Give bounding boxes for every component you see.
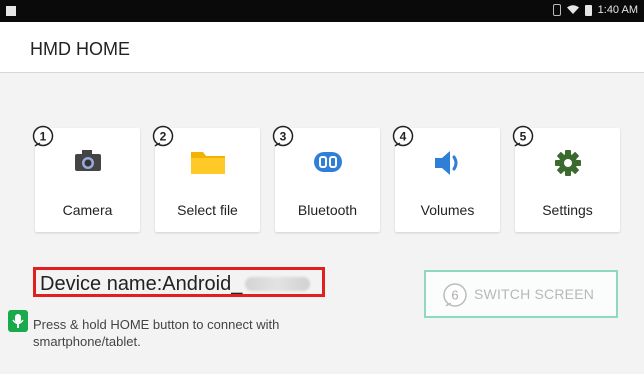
tile-label: Select file [177, 202, 238, 218]
select-file-tile[interactable]: 2 Select file [152, 125, 260, 232]
camera-icon [74, 150, 101, 171]
status-time: 1:40 AM [597, 4, 638, 16]
redacted-device-id [245, 277, 310, 291]
number-badge-1: 1 [32, 125, 54, 147]
folder-icon [190, 152, 225, 174]
vibrate-icon [552, 4, 561, 16]
number-badge-5: 5 [512, 125, 534, 147]
app-title: HMD HOME [30, 39, 130, 59]
svg-text:1: 1 [40, 130, 47, 144]
app-bar: HMD HOME [0, 22, 644, 73]
number-badge-6: 6 [443, 283, 467, 307]
bluetooth-tile[interactable]: 3 Bluetooth [272, 125, 380, 232]
microphone-icon [8, 310, 28, 332]
notification-icon [6, 6, 16, 16]
svg-text:6: 6 [451, 288, 458, 303]
number-badge-3: 3 [272, 125, 294, 147]
connect-hint: Press & hold HOME button to connect with… [33, 317, 280, 349]
switch-screen-button[interactable]: 6 SWITCH SCREEN [424, 270, 618, 318]
svg-text:2: 2 [160, 130, 167, 144]
tile-label: Settings [542, 202, 593, 218]
tile-label: Volumes [420, 202, 475, 218]
device-name-label: Device name:Android_ [40, 273, 243, 295]
number-badge-2: 2 [152, 125, 174, 147]
svg-text:4: 4 [400, 130, 407, 144]
svg-text:3: 3 [280, 130, 287, 144]
switch-screen-label: SWITCH SCREEN [474, 286, 595, 302]
tile-label: Camera [62, 202, 113, 218]
camera-tile[interactable]: 1 Camera [32, 125, 140, 232]
status-bar: 1:40 AM [0, 0, 644, 22]
svg-text:5: 5 [520, 130, 527, 144]
device-name-highlight: Device name:Android_ [33, 267, 325, 297]
number-badge-4: 4 [392, 125, 414, 147]
speaker-icon [434, 151, 457, 175]
bluetooth-icon [313, 152, 342, 172]
tile-label: Bluetooth [297, 202, 358, 218]
settings-tile[interactable]: 5 Settings [512, 125, 620, 232]
volumes-tile[interactable]: 4 Volumes [392, 125, 500, 232]
status-icons: 1:40 AM [552, 4, 638, 16]
wifi-icon [566, 5, 579, 14]
battery-icon [584, 4, 592, 16]
main-content: 1 Camera 2 Select file 3 Bluetooth 4 Vol… [0, 73, 644, 374]
gear-icon [554, 150, 581, 176]
